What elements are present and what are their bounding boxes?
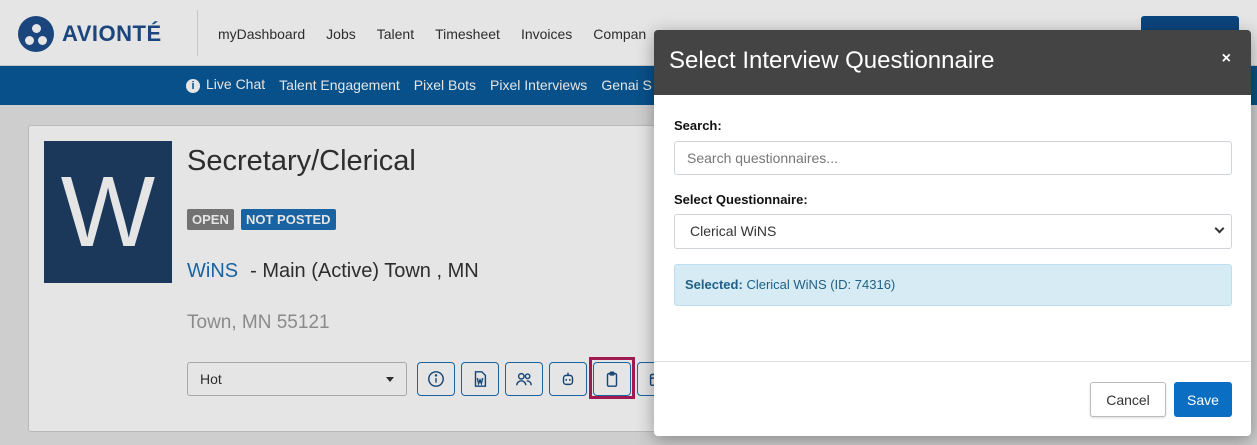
questionnaire-select[interactable]: Clerical WiNS [674, 214, 1232, 249]
selected-option: Clerical WiNS [690, 223, 777, 239]
search-label: Search: [674, 118, 722, 133]
select-label: Select Questionnaire: [674, 192, 808, 207]
modal-footer: Cancel Save [654, 361, 1251, 436]
save-button[interactable]: Save [1174, 382, 1232, 417]
questionnaire-modal: Select Interview Questionnaire × Search:… [654, 30, 1251, 436]
chevron-down-icon [1214, 223, 1225, 234]
alert-text: Clerical WiNS (ID: 74316) [746, 277, 896, 292]
search-input[interactable] [674, 141, 1232, 175]
close-icon[interactable]: × [1222, 50, 1231, 68]
alert-label: Selected: [685, 277, 743, 292]
selection-alert: Selected: Clerical WiNS (ID: 74316) [674, 264, 1232, 306]
modal-header: Select Interview Questionnaire × [654, 30, 1251, 95]
cancel-button[interactable]: Cancel [1090, 382, 1166, 417]
modal-title: Select Interview Questionnaire [669, 47, 995, 74]
